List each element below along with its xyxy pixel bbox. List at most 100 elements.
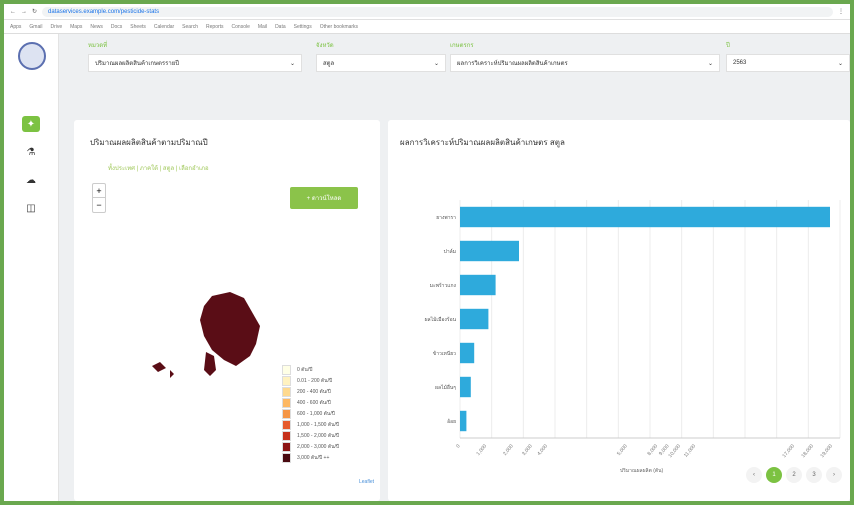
page-button[interactable]: 2 [786,467,802,483]
page-button[interactable]: 3 [806,467,822,483]
map-legend: 0 ตัน/ปี 0.01 - 200 ตัน/ปี 200 - 400 ตัน/ป… [282,364,339,463]
url-text: dataservices.example.com/pesticide-stats [48,8,160,15]
x-tick-label: 10,000 [668,443,683,459]
map-level-links[interactable]: ทั้งประเทศ | ภาคใต้ | สตูล | เลือกอำเภอ [108,163,209,173]
filter-category: หมวดที่ ปริมาณผลผลิตสินค้าเกษตรรายปี ⌄ [88,40,302,72]
bar-chart: ยางพาราปาล์มมะพร้าวแกงผลไม้เมืองร้อนข้าว… [425,200,841,474]
legend-label: 1,500 - 2,000 ตัน/ปี [297,432,340,439]
bookmark-item[interactable]: Search [182,24,198,30]
filter-commodity: เกษตรกร ผลการวิเคราะห์ปริมาณผลผลิตสินค้า… [450,40,720,72]
bookmark-item[interactable]: Data [275,24,286,30]
bar[interactable] [460,206,830,228]
filter-province-label: จังหวัด [316,43,334,49]
chevron-down-icon: ⌄ [289,60,295,67]
x-tick-label: 5,000 [616,443,629,457]
year-value: 2563 [733,60,747,66]
bar[interactable] [460,240,519,262]
legend-swatch [282,441,291,452]
bookmark-item[interactable]: Reports [206,24,224,30]
download-button[interactable]: + ดาวน์โหลด [290,187,358,209]
legend-label: 600 - 1,000 ตัน/ปี [297,410,335,417]
legend-label: 0 ตัน/ปี [297,366,313,373]
legend-label: 2,000 - 3,000 ตัน/ปี [297,443,340,450]
bookmark-item[interactable]: Drive [50,24,62,30]
address-bar[interactable]: dataservices.example.com/pesticide-stats [42,6,833,17]
legend-item: 600 - 1,000 ตัน/ปี [282,408,339,419]
category-select[interactable]: ปริมาณผลผลิตสินค้าเกษตรรายปี ⌄ [88,54,302,72]
map-card: ปริมาณผลผลิตสินค้าตามปริมาณปี ทั้งประเทศ… [74,120,380,501]
map-card-title: ปริมาณผลผลิตสินค้าตามปริมาณปี [90,138,208,147]
page-button[interactable]: › [826,467,842,483]
legend-label: 0.01 - 200 ตัน/ปี [297,377,333,384]
bookmark-item[interactable]: Settings [294,24,312,30]
province-map[interactable] [134,290,274,390]
x-tick-label: 18,000 [801,443,816,459]
legend-item: 3,000 ตัน/ปี ++ [282,452,339,463]
page-button[interactable]: 1 [766,467,782,483]
bookmark-item[interactable]: Maps [70,24,82,30]
category-value: ปริมาณผลผลิตสินค้าเกษตรรายปี [95,61,180,67]
reload-icon[interactable]: ↻ [32,8,37,15]
bookmark-item[interactable]: Mail [258,24,267,30]
back-icon[interactable]: ← [10,9,16,15]
legend-swatch [282,419,291,430]
bar[interactable] [460,342,475,364]
app-area: ✦ ⚗ ☁ ◫ หมวดที่ ปริมาณผลผลิตสินค้าเกษตรรายป… [4,34,850,501]
province-value: สตูล [323,61,335,67]
filter-commodity-label: เกษตรกร [450,43,474,49]
filter-year: ปี 2563 ⌄ [726,40,850,72]
legend-item: 400 - 600 ตัน/ปี [282,397,339,408]
bookmark-item[interactable]: Console [232,24,250,30]
x-tick-label: 19,000 [820,443,835,459]
legend-swatch [282,397,291,408]
forward-icon[interactable]: → [21,9,27,15]
bar[interactable] [460,308,489,330]
bookmark-item[interactable]: Calendar [154,24,174,30]
bookmark-item[interactable]: Other bookmarks [320,24,358,30]
page-button[interactable]: ‹ [746,467,762,483]
filter-year-label: ปี [726,43,730,49]
browser-toolbar: ← → ↻ dataservices.example.com/pesticide… [4,4,850,20]
filter-category-label: หมวดที่ [88,43,108,49]
bookmark-item[interactable]: Gmail [29,24,42,30]
browser-window: ← → ↻ dataservices.example.com/pesticide… [4,4,850,501]
filter-icon[interactable]: ⚗ [22,144,40,160]
commodity-value: ผลการวิเคราะห์ปริมาณผลผลิตสินค้าเกษตร [457,61,568,67]
year-select[interactable]: 2563 ⌄ [726,54,850,72]
category-label: อ้อย [447,418,456,425]
extension-icon[interactable]: ⋮ [838,8,844,15]
pagination: ‹ 1 2 3 › [746,467,842,483]
zoom-out-button[interactable]: − [93,198,105,212]
bookmark-item[interactable]: Docs [111,24,122,30]
sidebar: ✦ ⚗ ☁ ◫ [4,34,59,501]
category-label: ปาล์ม [444,248,456,255]
x-tick-label: 1,000 [475,443,488,457]
category-label: ยางพารา [436,215,456,221]
legend-label: 400 - 600 ตัน/ปี [297,399,331,406]
commodity-select[interactable]: ผลการวิเคราะห์ปริมาณผลผลิตสินค้าเกษตร ⌄ [450,54,720,72]
bookmarks-bar: Apps Gmail Drive Maps News Docs Sheets Calendar… [4,20,850,34]
category-label: ผลไม้เมืองร้อน [425,316,457,323]
bar[interactable] [460,274,496,296]
map-region-islands [152,352,216,378]
bookmark-item[interactable]: News [90,24,103,30]
legend-label: 3,000 ตัน/ปี ++ [297,454,330,461]
legend-swatch [282,452,291,463]
bar-chart-card: ผลการวิเคราะห์ปริมาณผลผลิตสินค้าเกษตร สต… [388,120,850,501]
map-credit-link[interactable]: Leaflet [359,479,374,485]
document-icon[interactable]: ◫ [22,200,40,216]
zoom-in-button[interactable]: + [93,184,105,198]
legend-item: 1,500 - 2,000 ตัน/ปี [282,430,339,441]
bookmark-item[interactable]: Sheets [130,24,146,30]
legend-label: 200 - 400 ตัน/ปี [297,388,331,395]
x-tick-label: 17,000 [782,443,797,459]
bar[interactable] [460,410,467,432]
agency-logo [18,42,46,70]
x-tick-label: 11,000 [683,443,697,458]
bar[interactable] [460,376,471,398]
cloud-icon[interactable]: ☁ [22,172,40,188]
chart-icon[interactable]: ✦ [22,116,40,132]
map-zoom-control: + − [92,183,106,213]
bookmark-item[interactable]: Apps [10,24,21,30]
province-select[interactable]: สตูล ⌄ [316,54,446,72]
